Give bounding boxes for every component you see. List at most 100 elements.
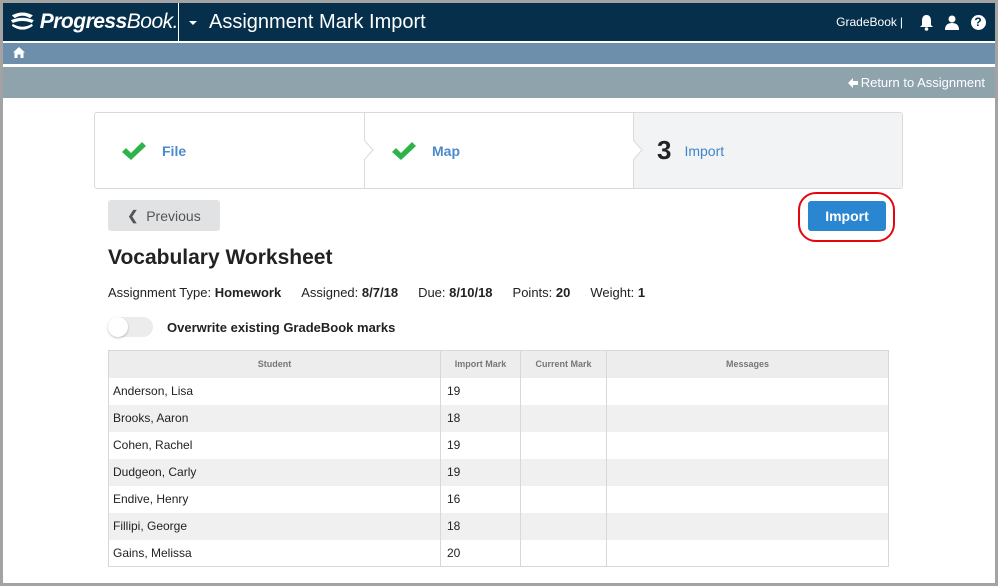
step-divider-arrow	[364, 140, 374, 160]
table-row: Brooks, Aaron 18	[108, 404, 889, 432]
import-mark-cell: 19	[440, 431, 521, 459]
assignment-title: Vocabulary Worksheet	[108, 246, 333, 269]
current-mark-cell	[520, 404, 607, 432]
table-row: Dudgeon, Carly 19	[108, 458, 889, 486]
current-mark-cell	[520, 539, 607, 567]
gradebook-link-label: GradeBook	[836, 15, 897, 29]
points-value: 20	[555, 285, 571, 300]
import-mark-cell: 20	[440, 539, 521, 567]
column-header-messages[interactable]: Messages	[606, 350, 889, 378]
page-title-area: Assignment Mark Import	[189, 3, 426, 41]
table-body: Anderson, Lisa 19 Brooks, Aaron 18 Cohen, Ra…	[108, 377, 889, 567]
assigned-value: 8/7/18	[361, 285, 399, 300]
step-label: Import	[684, 142, 725, 159]
page-title: Assignment Mark Import	[209, 10, 426, 33]
import-button[interactable]: Import	[808, 201, 886, 231]
student-name-cell: Brooks, Aaron	[108, 404, 441, 432]
student-name-cell: Anderson, Lisa	[108, 377, 441, 405]
import-mark-cell: 18	[440, 404, 521, 432]
toggle-knob	[108, 317, 128, 337]
due-label: Due:	[418, 285, 446, 300]
logo-text-dot: .	[172, 10, 179, 33]
step-divider-arrow	[633, 140, 643, 160]
gradebook-link[interactable]: GradeBook |	[836, 15, 903, 29]
table-row: Cohen, Rachel 19	[108, 431, 889, 459]
student-name-cell: Fillipi, George	[108, 512, 441, 540]
logo-text-book: Book	[126, 10, 173, 33]
overwrite-row: Overwrite existing GradeBook marks	[108, 317, 395, 337]
check-icon	[122, 141, 146, 160]
student-name-cell: Dudgeon, Carly	[108, 458, 441, 486]
import-mark-cell: 19	[440, 458, 521, 486]
student-name-cell: Endive, Henry	[108, 485, 441, 513]
step-map[interactable]: Map	[364, 113, 633, 188]
import-mark-cell: 18	[440, 512, 521, 540]
top-right-nav: GradeBook | ?	[836, 3, 995, 41]
return-to-assignment-link[interactable]: Return to Assignment	[847, 75, 985, 90]
previous-button[interactable]: ❮ Previous	[108, 200, 220, 231]
arrow-left-icon	[847, 77, 858, 88]
message-cell	[606, 458, 889, 486]
overwrite-toggle[interactable]	[108, 317, 153, 337]
home-icon[interactable]	[13, 45, 25, 63]
current-mark-cell	[520, 431, 607, 459]
top-nav-bar: ProgressBook. Assignment Mark Import Gra…	[3, 3, 995, 41]
current-mark-cell	[520, 377, 607, 405]
student-name-cell: Cohen, Rachel	[108, 431, 441, 459]
table-header-row: Student Import Mark Current Mark Message…	[108, 350, 889, 378]
import-stepper: File Map 3 Import	[94, 112, 903, 189]
assignment-meta: Assignment Type: Homework Assigned: 8/7/…	[108, 285, 665, 300]
current-mark-cell	[520, 512, 607, 540]
chevron-left-icon: ❮	[127, 207, 139, 223]
step-label: File	[162, 142, 187, 159]
assignment-type: Assignment Type: Homework	[108, 285, 281, 300]
user-icon[interactable]	[943, 13, 961, 31]
assigned-label: Assigned:	[301, 285, 359, 300]
import-marks-table: Student Import Mark Current Mark Message…	[108, 350, 889, 567]
weight: Weight: 1	[590, 285, 645, 300]
due-value: 8/10/18	[449, 285, 493, 300]
table-row: Endive, Henry 16	[108, 485, 889, 513]
column-header-current-mark[interactable]: Current Mark	[520, 350, 607, 378]
due-date: Due: 8/10/18	[418, 285, 492, 300]
step-import[interactable]: 3 Import	[633, 113, 902, 188]
points: Points: 20	[513, 285, 571, 300]
check-icon	[392, 141, 416, 160]
message-cell	[606, 404, 889, 432]
step-number: 3	[657, 135, 672, 165]
logo-text-progress: Progress	[39, 10, 128, 33]
message-cell	[606, 512, 889, 540]
progressbook-logo[interactable]: ProgressBook.	[3, 3, 179, 41]
caret-down-icon[interactable]	[189, 21, 197, 25]
table-row: Gains, Melissa 20	[108, 539, 889, 567]
weight-label: Weight:	[590, 285, 635, 300]
message-cell	[606, 539, 889, 567]
assignment-type-label: Assignment Type:	[108, 285, 212, 300]
points-label: Points:	[512, 285, 553, 300]
assignment-type-value: Homework	[214, 285, 282, 300]
return-label: Return to Assignment	[860, 75, 985, 90]
help-icon[interactable]: ?	[969, 13, 987, 31]
message-cell	[606, 377, 889, 405]
bell-icon[interactable]	[917, 13, 935, 31]
assigned-date: Assigned: 8/7/18	[301, 285, 398, 300]
column-header-import-mark[interactable]: Import Mark	[440, 350, 521, 378]
breadcrumb	[3, 43, 995, 64]
step-file[interactable]: File	[95, 113, 364, 188]
overwrite-label: Overwrite existing GradeBook marks	[167, 319, 396, 335]
previous-label: Previous	[146, 207, 201, 224]
column-header-student[interactable]: Student	[108, 350, 441, 378]
app-window: ProgressBook. Assignment Mark Import Gra…	[3, 3, 995, 583]
table-row: Anderson, Lisa 19	[108, 377, 889, 405]
step-label: Map	[432, 142, 460, 159]
weight-value: 1	[637, 285, 646, 300]
message-cell	[606, 485, 889, 513]
import-mark-cell: 16	[440, 485, 521, 513]
current-mark-cell	[520, 485, 607, 513]
gradebook-separator: |	[899, 15, 903, 29]
logo-mark-icon	[10, 12, 34, 30]
import-mark-cell: 19	[440, 377, 521, 405]
current-mark-cell	[520, 458, 607, 486]
student-name-cell: Gains, Melissa	[108, 539, 441, 567]
sub-toolbar: Return to Assignment	[3, 67, 995, 98]
